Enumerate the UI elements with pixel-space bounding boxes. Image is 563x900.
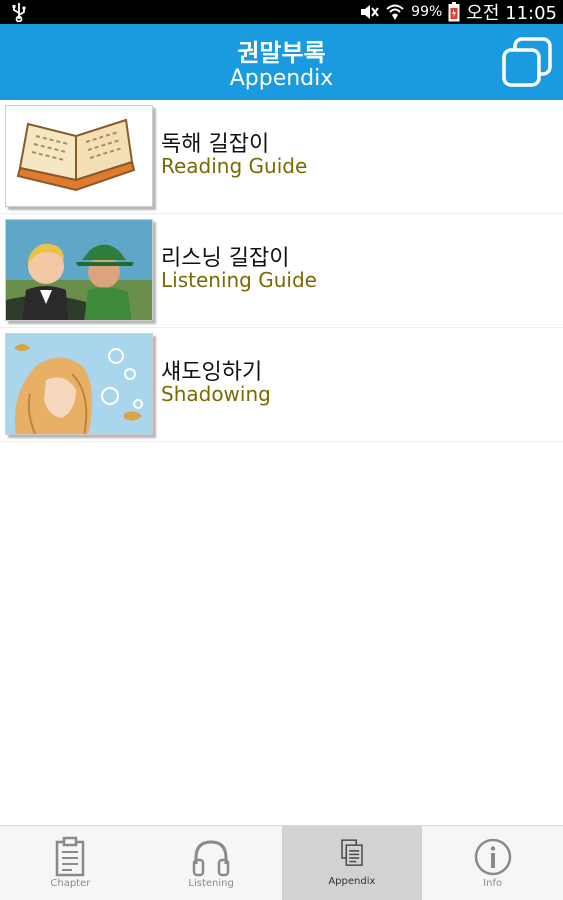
- usb-icon: [12, 3, 26, 22]
- info-icon: [474, 838, 511, 876]
- copy-icon[interactable]: [501, 36, 553, 88]
- mute-icon: [361, 5, 379, 19]
- tab-label: Info: [483, 878, 503, 889]
- item-title-en: Listening Guide: [161, 268, 317, 292]
- wifi-icon: [386, 4, 404, 20]
- tab-listening[interactable]: Listening: [141, 826, 282, 900]
- page-subtitle: Appendix: [229, 66, 334, 91]
- clipboard-icon: [56, 836, 85, 877]
- list-item-listening-guide[interactable]: 리스닝 길잡이 Listening Guide: [0, 214, 563, 328]
- status-bar: 99% 오전 11:05: [0, 0, 563, 24]
- characters-thumbnail: [5, 219, 153, 321]
- headphones-icon: [192, 840, 230, 877]
- tab-label: Chapter: [50, 878, 91, 889]
- tab-appendix[interactable]: Appendix: [281, 826, 423, 900]
- list-item-shadowing[interactable]: 섀도잉하기 Shadowing: [0, 328, 563, 442]
- item-title-en: Reading Guide: [161, 154, 308, 178]
- mermaid-thumbnail: [5, 333, 153, 435]
- app-header: 권말부록 Appendix: [0, 24, 563, 100]
- tab-label: Listening: [188, 878, 234, 889]
- book-thumbnail: [5, 105, 153, 207]
- documents-icon: [341, 839, 363, 866]
- tab-chapter[interactable]: Chapter: [0, 826, 141, 900]
- tab-info[interactable]: Info: [422, 826, 563, 900]
- appendix-list: 독해 길잡이 Reading Guide 리스닝 길잡이 Listening G…: [0, 100, 563, 442]
- bottom-navigation: Chapter Listening Appendix Info: [0, 825, 563, 900]
- battery-icon: [448, 2, 460, 22]
- item-title-en: Shadowing: [161, 382, 271, 406]
- page-title: 권말부록: [237, 39, 326, 67]
- clock: 오전 11:05: [466, 3, 557, 24]
- tab-label: Appendix: [328, 876, 376, 887]
- list-item-reading-guide[interactable]: 독해 길잡이 Reading Guide: [0, 100, 563, 214]
- battery-percent: 99%: [411, 4, 443, 20]
